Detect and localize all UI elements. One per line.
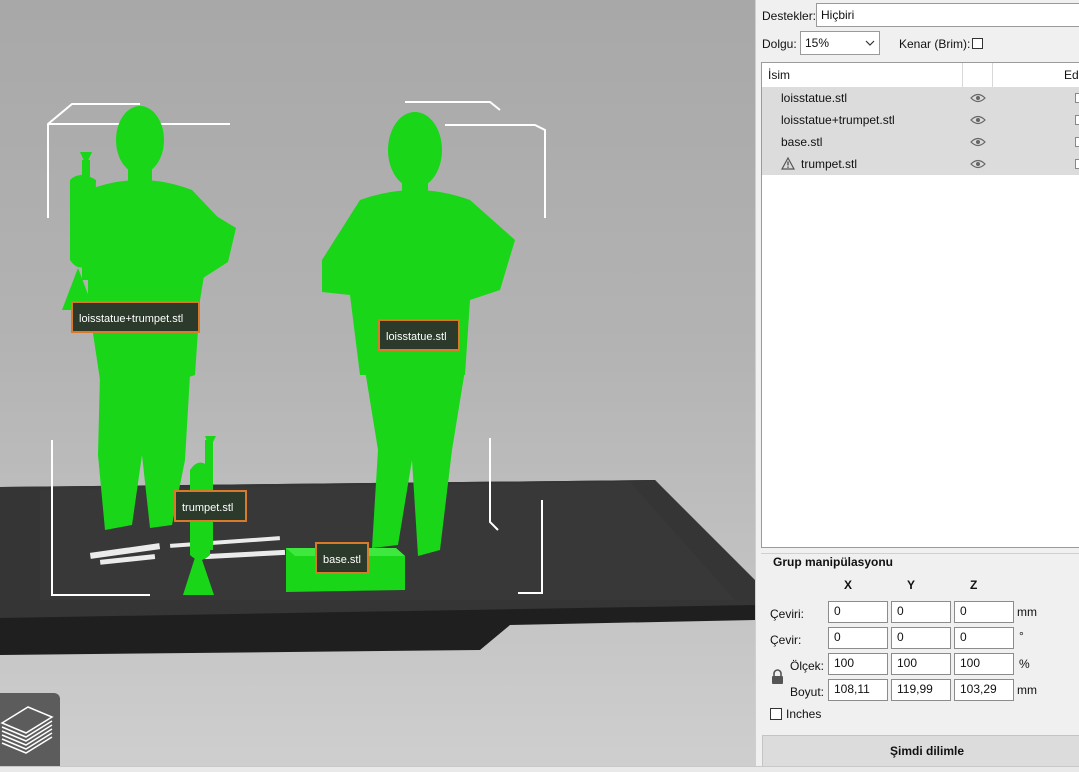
col-name[interactable]: İsim xyxy=(768,68,790,82)
edit-checkbox[interactable] xyxy=(1075,159,1079,169)
size-z-input[interactable]: 103,29 xyxy=(954,679,1014,701)
label-statue-trumpet: loisstatue+trumpet.stl xyxy=(71,301,200,333)
size-label: Boyut: xyxy=(790,685,825,699)
object-list: İsim Edi loisstatue.stl loisstatue+trump… xyxy=(761,62,1079,548)
translate-z-input[interactable]: 0 xyxy=(954,601,1014,623)
rotate-label: Çevir: xyxy=(770,633,802,647)
list-item[interactable]: loisstatue+trumpet.stl xyxy=(762,109,1079,131)
eye-icon[interactable] xyxy=(970,115,986,125)
axis-z-label: Z xyxy=(970,578,978,592)
scene-render xyxy=(0,101,755,655)
size-y-input[interactable]: 119,99 xyxy=(891,679,951,701)
eye-icon[interactable] xyxy=(970,159,986,169)
translate-y-input[interactable]: 0 xyxy=(891,601,951,623)
col-edit[interactable]: Edi xyxy=(1064,68,1079,82)
list-item[interactable]: loisstatue.stl xyxy=(762,87,1079,109)
edit-checkbox[interactable] xyxy=(1075,137,1079,147)
list-item-name: trumpet.stl xyxy=(801,157,858,171)
eye-icon[interactable] xyxy=(970,93,986,103)
label-trumpet: trumpet.stl xyxy=(174,490,247,522)
infill-value: 15% xyxy=(805,36,830,50)
edit-checkbox[interactable] xyxy=(1075,93,1079,103)
warning-icon xyxy=(781,157,795,170)
axis-y-label: Y xyxy=(907,578,916,592)
list-item-name: base.stl xyxy=(781,135,823,149)
layers-icon xyxy=(0,706,54,754)
rotate-unit: ° xyxy=(1019,629,1024,643)
chevron-down-icon xyxy=(865,40,875,46)
rotate-z-input[interactable]: 0 xyxy=(954,627,1014,649)
size-x-input[interactable]: 108,11 xyxy=(828,679,888,701)
label-statue: loisstatue.stl xyxy=(378,319,460,351)
scale-y-input[interactable]: 100 xyxy=(891,653,951,675)
size-unit: mm xyxy=(1017,683,1037,697)
list-item[interactable]: base.stl xyxy=(762,131,1079,153)
brim-label: Kenar (Brim): xyxy=(899,37,971,51)
status-strip xyxy=(0,766,1079,772)
group-title: Grup manipülasyonu xyxy=(773,555,894,569)
supports-label: Destekler: xyxy=(762,9,817,23)
group-manipulation: Grup manipülasyonu X Y Z Çeviri: 0 0 0 m… xyxy=(761,553,1079,729)
edit-checkbox[interactable] xyxy=(1075,115,1079,125)
eye-icon[interactable] xyxy=(970,137,986,147)
slice-now-button[interactable]: Şimdi dilimle xyxy=(762,735,1079,767)
label-base: base.stl xyxy=(315,542,369,574)
scale-label: Ölçek: xyxy=(790,659,825,673)
rotate-x-input[interactable]: 0 xyxy=(828,627,888,649)
brim-checkbox[interactable] xyxy=(972,38,983,49)
list-item-name: loisstatue+trumpet.stl xyxy=(781,113,895,127)
3d-viewport[interactable]: loisstatue+trumpet.stl loisstatue.stl tr… xyxy=(0,0,755,771)
rotate-y-input[interactable]: 0 xyxy=(891,627,951,649)
layers-button[interactable] xyxy=(0,693,60,767)
scale-unit: % xyxy=(1019,657,1030,671)
list-item-name: loisstatue.stl xyxy=(781,91,848,105)
translate-unit: mm xyxy=(1017,605,1037,619)
infill-label: Dolgu: xyxy=(762,37,797,51)
scale-x-input[interactable]: 100 xyxy=(828,653,888,675)
inches-label: Inches xyxy=(786,707,822,721)
translate-x-input[interactable]: 0 xyxy=(828,601,888,623)
infill-select[interactable]: 15% xyxy=(800,31,880,55)
list-item[interactable]: trumpet.stl xyxy=(762,153,1079,175)
object-list-header: İsim Edi xyxy=(762,63,1079,88)
inches-checkbox[interactable] xyxy=(770,708,782,720)
settings-panel: Destekler: Hiçbiri Dolgu: 15% Kenar (Bri… xyxy=(755,0,1079,771)
axis-x-label: X xyxy=(844,578,853,592)
translate-label: Çeviri: xyxy=(770,607,805,621)
lock-icon[interactable] xyxy=(771,669,784,684)
supports-select[interactable]: Hiçbiri xyxy=(816,3,1079,27)
scale-z-input[interactable]: 100 xyxy=(954,653,1014,675)
